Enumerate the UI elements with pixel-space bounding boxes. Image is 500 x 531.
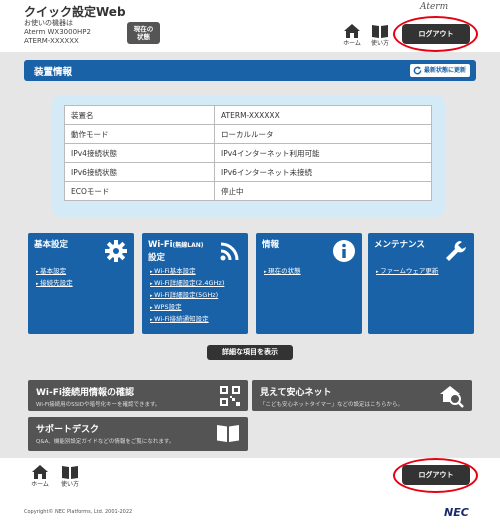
home-icon [344, 24, 360, 38]
book-icon [217, 425, 239, 442]
book-icon [62, 466, 78, 479]
wifi-info-desc: Wi-Fi接続用のSSIDや暗号化キーを確認できます。 [36, 402, 161, 408]
info-icon [333, 240, 355, 262]
current-state-button[interactable]: 現在の 状態 [127, 22, 160, 44]
highlight-ring-bottom [393, 458, 478, 493]
info-value: 停止中 [214, 181, 432, 201]
support-title: サポートデスク [36, 425, 100, 435]
link-current-state[interactable]: 現在の状態 [264, 266, 301, 278]
info-key: 動作モード [64, 124, 215, 144]
info-value: ローカルルータ [214, 124, 432, 144]
copyright: Copyright© NEC Platforms, Ltd. 2001-2022 [24, 509, 133, 515]
safe-net-desc: 「こども安心ネットタイマー」などの設定はこちらから。 [260, 402, 404, 408]
info-row: IPv4接続状態 IPv4インターネット利用可能 [64, 143, 432, 163]
wrench-icon [446, 241, 466, 261]
show-details-button[interactable]: 詳細な項目を表示 [207, 345, 293, 360]
device-model: Aterm WX3000HP2 [24, 28, 91, 36]
footer-home-label: ホーム [31, 481, 49, 488]
device-info-table: 装置名 ATERM-XXXXXX 動作モード ローカルルータ IPv4接続状態 IPv4イ… [64, 105, 432, 201]
wifi-icon [220, 242, 239, 261]
footer-help-link[interactable]: 使い方 [58, 465, 82, 488]
tile-wifi-settings: Wi-Fi(無線LAN) 設定 Wi-Fi基本設定 Wi-Fi詳細設定(2.4G… [142, 233, 248, 334]
info-row: 装置名 ATERM-XXXXXX [64, 105, 432, 125]
refresh-label: 最新状態に更新 [423, 67, 466, 74]
highlight-ring-top [393, 16, 478, 52]
tile-title-text: Wi-Fi [148, 240, 173, 250]
nec-logo: NEC [444, 506, 469, 519]
link-wifi-detail-24[interactable]: Wi-Fi詳細設定(2.4GHz) [150, 278, 224, 290]
safe-net-title: 見えて安心ネット [260, 388, 332, 398]
state-button-line1: 現在の [133, 25, 154, 33]
refresh-button[interactable]: 最新状態に更新 [409, 64, 470, 77]
wifi-info-title: Wi-Fi接続用情報の確認 [36, 388, 134, 398]
tile-basic-settings: 基本設定 基本設定 接続先設定 [28, 233, 134, 334]
tile-title-text: 情報 [262, 240, 280, 250]
footer-help-label: 使い方 [60, 481, 79, 488]
tile-title: 基本設定 [34, 239, 68, 251]
link-wifi-detail-5[interactable]: Wi-Fi詳細設定(5GHz) [150, 290, 224, 302]
info-value: IPv6インターネット未接続 [214, 162, 432, 182]
section-title: 装置情報 [34, 67, 73, 78]
tile-title: 情報 [262, 239, 279, 251]
link-wps[interactable]: WPS設定 [150, 302, 224, 314]
state-button-line2: 状態 [137, 33, 150, 41]
tile-title: Wi-Fi(無線LAN) 設定 [148, 239, 204, 264]
tile-title-text: メンテナンス [374, 240, 425, 250]
home-label: ホーム [343, 40, 361, 47]
tile-links: 現在の状態 [264, 266, 301, 278]
header: クイック設定Web お使いの機器は Aterm WX3000HP2 ATERM-… [0, 0, 500, 52]
tile-title-sub: (無線LAN) [172, 242, 204, 249]
brand-logo: Aterm [420, 2, 449, 12]
link-basic-settings[interactable]: 基本設定 [36, 266, 73, 278]
info-row: ECOモード 停止中 [64, 181, 432, 201]
tile-maintenance: メンテナンス ファームウェア更新 [368, 233, 474, 334]
info-key: 装置名 [64, 105, 215, 125]
tile-title: メンテナンス [374, 239, 425, 251]
tile-links: 基本設定 接続先設定 [36, 266, 73, 290]
device-label: お使いの機器は [24, 19, 73, 27]
link-connection-settings[interactable]: 接続先設定 [36, 278, 73, 290]
tile-title-text: 基本設定 [34, 240, 69, 250]
tile-links: Wi-Fi基本設定 Wi-Fi詳細設定(2.4GHz) Wi-Fi詳細設定(5G… [150, 266, 224, 326]
gear-icon [105, 240, 127, 262]
link-firmware-update[interactable]: ファームウェア更新 [376, 266, 438, 278]
qr-code-icon [220, 386, 240, 406]
home-link[interactable]: ホーム [340, 24, 364, 47]
info-value: ATERM-XXXXXX [214, 105, 432, 125]
info-row: IPv6接続状態 IPv6インターネット未接続 [64, 162, 432, 182]
info-key: IPv6接続状態 [64, 162, 215, 182]
tile-title-line2: 設定 [148, 253, 166, 263]
help-link[interactable]: 使い方 [368, 24, 392, 47]
info-value: IPv4インターネット利用可能 [214, 143, 432, 163]
safe-net-button[interactable]: 見えて安心ネット 「こども安心ネットタイマー」などの設定はこちらから。 [252, 380, 472, 411]
tile-links: ファームウェア更新 [376, 266, 438, 278]
support-desk-button[interactable]: サポートデスク Q&A、機能別設定ガイドなどの情報をご覧になれます。 [28, 417, 248, 451]
help-label: 使い方 [370, 40, 389, 47]
info-row: 動作モード ローカルルータ [64, 124, 432, 144]
app-title: クイック設定Web [24, 5, 126, 19]
device-id: ATERM-XXXXXX [24, 37, 79, 45]
link-wifi-basic[interactable]: Wi-Fi基本設定 [150, 266, 224, 278]
info-key: IPv4接続状態 [64, 143, 215, 163]
home-icon [32, 465, 48, 479]
wifi-info-button[interactable]: Wi-Fi接続用情報の確認 Wi-Fi接続用のSSIDや暗号化キーを確認できます… [28, 380, 248, 411]
tile-information: 情報 現在の状態 [256, 233, 362, 334]
support-desc: Q&A、機能別設定ガイドなどの情報をご覧になれます。 [36, 439, 175, 445]
footer-home-link[interactable]: ホーム [28, 465, 52, 488]
book-icon [372, 25, 388, 38]
info-key: ECOモード [64, 181, 215, 201]
device-info-panel: 装置名 ATERM-XXXXXX 動作モード ローカルルータ IPv4接続状態 IPv4イ… [52, 95, 445, 217]
link-wifi-notify[interactable]: Wi-Fi接続通知設定 [150, 314, 224, 326]
house-search-icon [440, 386, 464, 408]
refresh-icon [413, 66, 422, 75]
section-bar: 装置情報 最新状態に更新 [24, 60, 476, 81]
